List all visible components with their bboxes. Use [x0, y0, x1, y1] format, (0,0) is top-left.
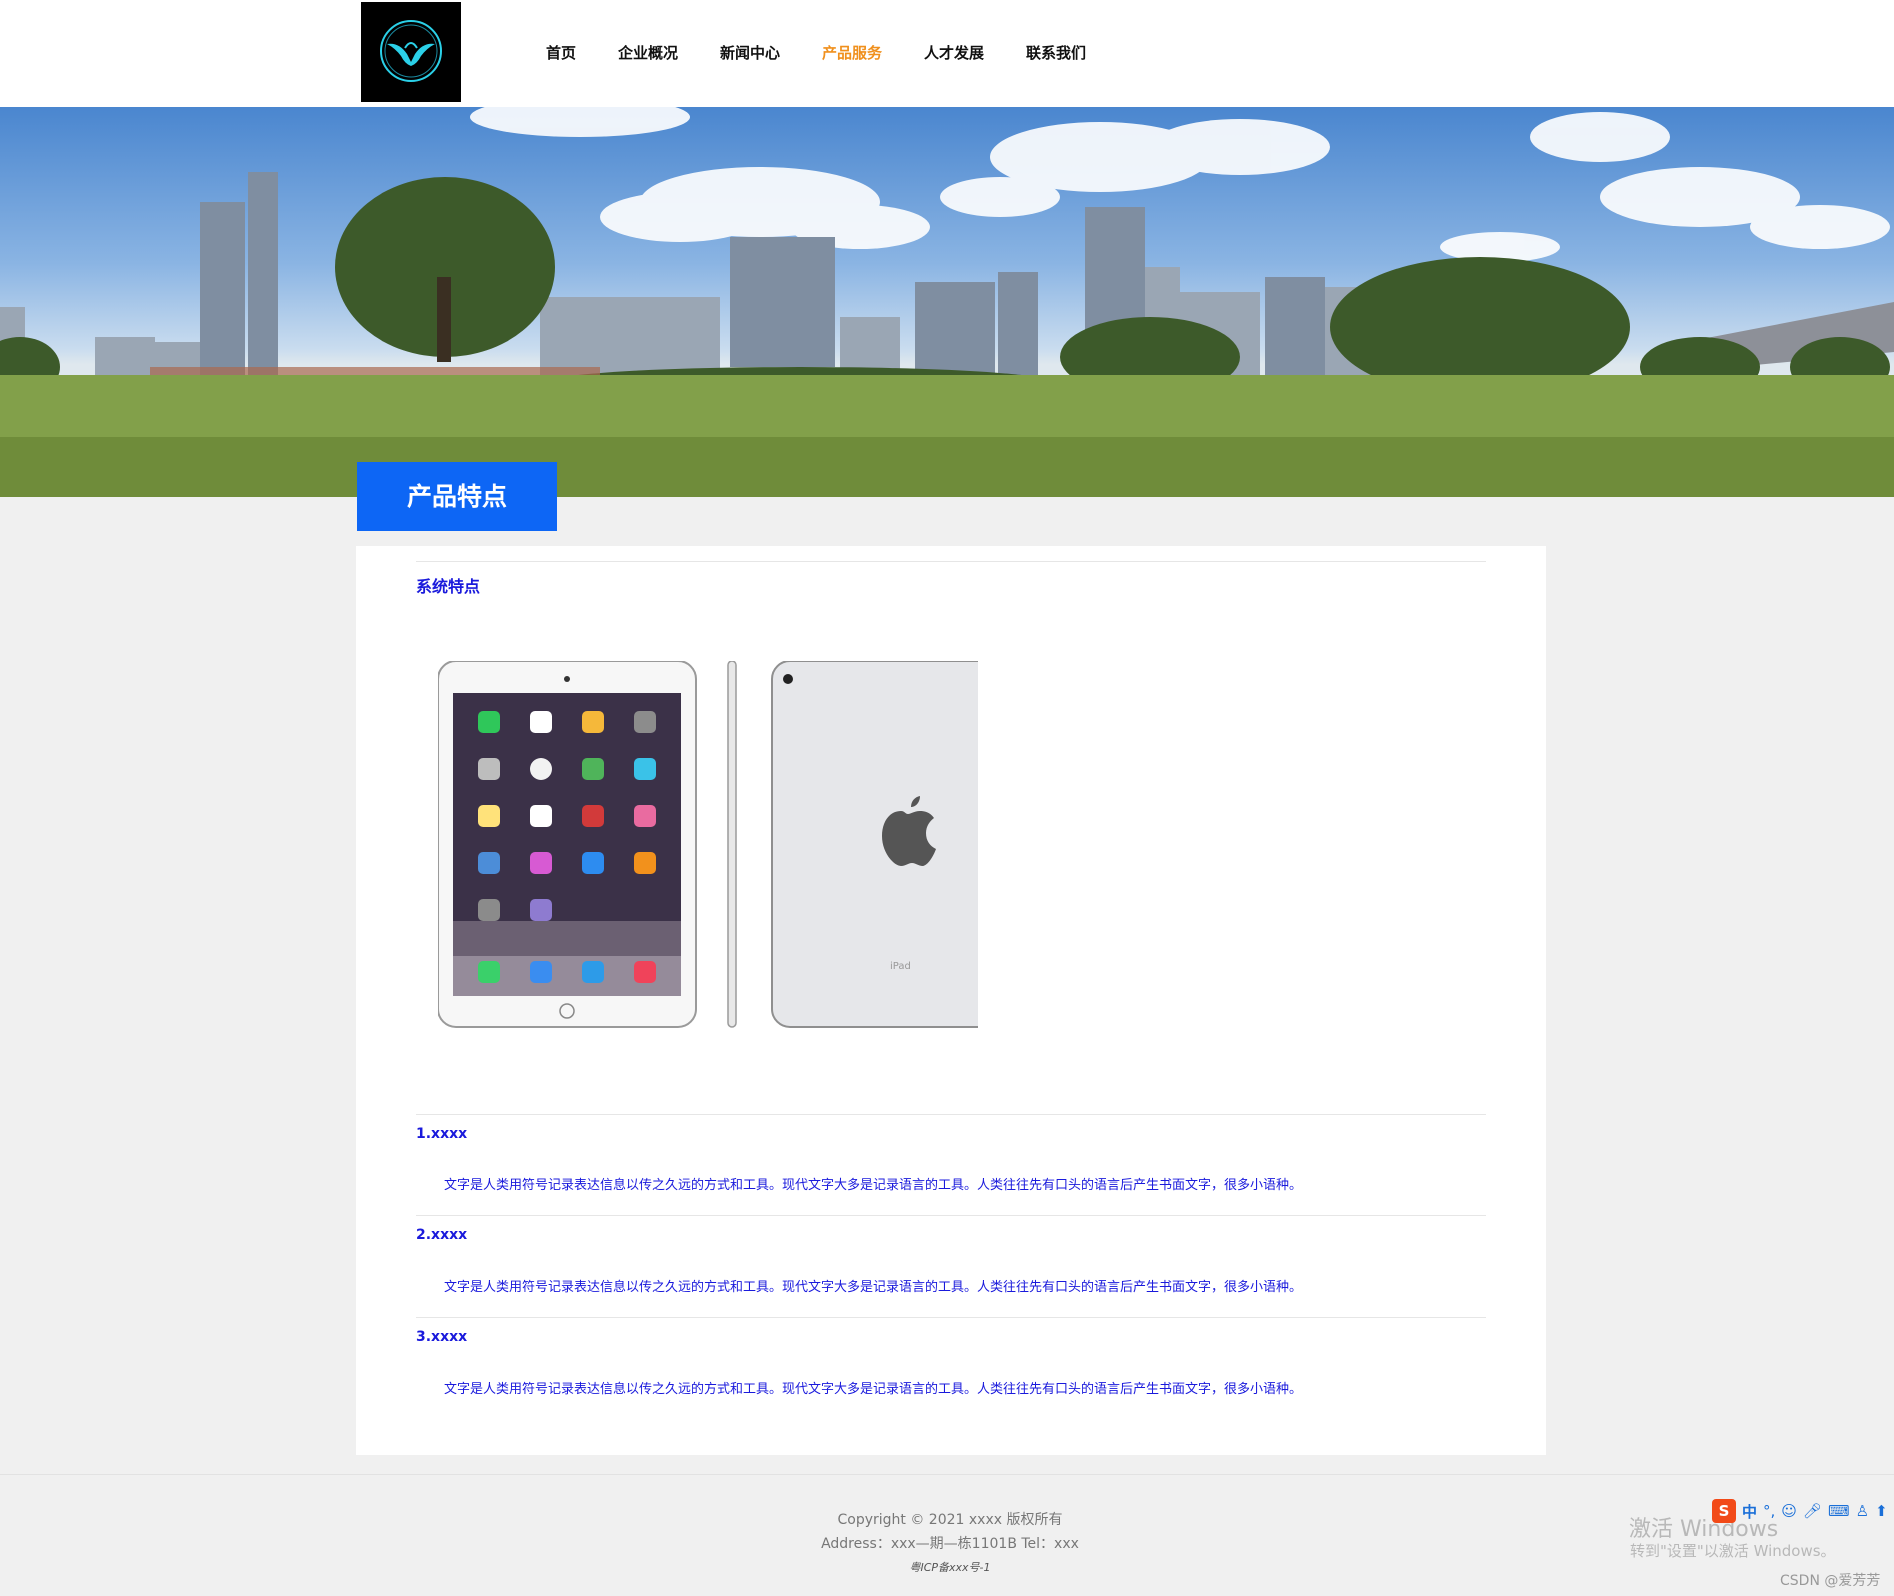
- divider: [416, 1114, 1486, 1115]
- divider: [416, 1215, 1486, 1216]
- user-icon[interactable]: ♙: [1856, 1502, 1869, 1520]
- keyboard-icon[interactable]: ⌨: [1828, 1502, 1850, 1520]
- site-header: 首页 企业概况 新闻中心 产品服务 人才发展 联系我们: [0, 0, 1894, 107]
- emoji-icon[interactable]: ☺: [1781, 1502, 1797, 1520]
- microphone-icon[interactable]: 🎤︎: [1803, 1502, 1822, 1520]
- nav-item-news[interactable]: 新闻中心: [720, 42, 780, 63]
- footer-address: Address：xxx—期—栋1101B Tel：xxx: [821, 1536, 1079, 1552]
- feature-title-1: 1.xxxx: [416, 1126, 468, 1142]
- feature-desc-2: 文字是人类用符号记录表达信息以传之久远的方式和工具。现代文字大多是记录语言的工具…: [444, 1280, 1303, 1295]
- feature-title-2: 2.xxxx: [416, 1227, 468, 1243]
- csdn-watermark: CSDN @爱芳芳: [1780, 1573, 1881, 1589]
- feature-title-3: 3.xxxx: [416, 1329, 468, 1345]
- product-image: iPad: [437, 660, 1031, 1041]
- ime-language-toggle[interactable]: 中: [1742, 1501, 1757, 1522]
- sogou-ime-icon[interactable]: S: [1712, 1499, 1736, 1523]
- skin-icon[interactable]: ⬆: [1875, 1502, 1888, 1520]
- subtitle-system-features: 系统特点: [416, 577, 481, 596]
- windows-activation-hint: 转到"设置"以激活 Windows。: [1630, 1542, 1836, 1560]
- footer-divider: [0, 1474, 1894, 1475]
- hero-banner-image: [0, 107, 1894, 497]
- section-tab-product-features: 产品特点: [357, 462, 557, 531]
- nav-item-home[interactable]: 首页: [546, 42, 576, 63]
- ime-punctuation-toggle[interactable]: °,: [1763, 1502, 1775, 1520]
- nav-item-contact[interactable]: 联系我们: [1026, 42, 1086, 63]
- content-card: 系统特点 iPad 1.xxxx 文字是人类用符号记录表达信息以传之久远的方式和…: [356, 546, 1546, 1455]
- footer-icp[interactable]: 粤ICP备xxx号-1: [0, 1559, 1894, 1575]
- wing-logo-icon: [380, 20, 442, 82]
- divider: [416, 561, 1486, 562]
- feature-desc-3: 文字是人类用符号记录表达信息以传之久远的方式和工具。现代文字大多是记录语言的工具…: [444, 1382, 1303, 1397]
- footer-copyright: Copyright © 2021 xxxx 版权所有: [837, 1512, 1063, 1528]
- divider: [416, 1317, 1486, 1318]
- nav-item-talent[interactable]: 人才发展: [924, 42, 984, 63]
- nav-item-products[interactable]: 产品服务: [822, 42, 882, 63]
- ime-toolbar[interactable]: S 中 °, ☺ 🎤︎ ⌨ ♙ ⬆: [1712, 1497, 1894, 1525]
- ipad-label: iPad: [890, 961, 911, 972]
- feature-desc-1: 文字是人类用符号记录表达信息以传之久远的方式和工具。现代文字大多是记录语言的工具…: [444, 1178, 1303, 1193]
- nav-item-company[interactable]: 企业概况: [618, 42, 678, 63]
- site-logo[interactable]: [361, 2, 461, 102]
